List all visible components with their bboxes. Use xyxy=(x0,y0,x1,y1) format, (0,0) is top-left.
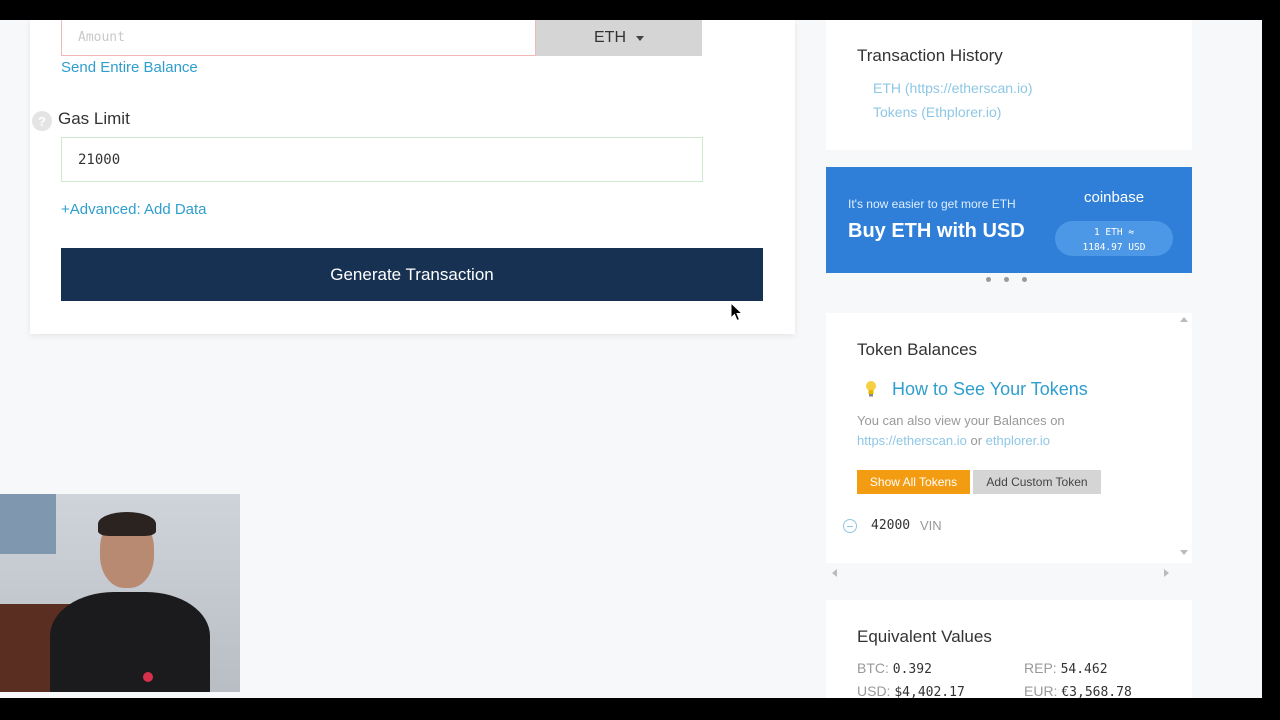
add-custom-token-button[interactable]: Add Custom Token xyxy=(973,470,1101,494)
eth-rate-line2: 1184.97 USD xyxy=(1082,242,1146,253)
also-view-text: You can also view your Balances on https… xyxy=(857,411,1065,451)
coinbase-logo: coinbase xyxy=(1084,189,1145,206)
equiv-rep: REP: 54.462 xyxy=(1024,660,1108,677)
webcam-background-poster xyxy=(0,494,56,554)
equiv-usd-value: $4,402.17 xyxy=(894,685,965,698)
carousel-dot[interactable] xyxy=(1022,277,1027,282)
currency-label: ETH xyxy=(594,29,626,46)
webcam-presenter-hair xyxy=(98,512,156,536)
eth-rate-badge: 1 ETH ≈ 1184.97 USD xyxy=(1055,221,1173,256)
amount-placeholder: Amount xyxy=(78,30,125,45)
scroll-right-arrow-icon[interactable] xyxy=(1164,569,1169,577)
equiv-btc: BTC: 0.392 xyxy=(857,660,932,677)
send-form-card: Amount ETH Send Entire Balance ? Gas Lim… xyxy=(30,20,795,334)
equiv-eur-label: EUR: xyxy=(1024,683,1058,698)
help-icon[interactable]: ? xyxy=(32,111,52,131)
gas-limit-value: 21000 xyxy=(78,151,121,168)
shirt-logo-icon xyxy=(143,672,153,682)
amount-input[interactable]: Amount xyxy=(61,20,536,56)
token-balances-card: Token Balances How to See Your Tokens Yo… xyxy=(826,313,1192,563)
scroll-left-arrow-icon[interactable] xyxy=(832,569,837,577)
remove-token-icon[interactable] xyxy=(843,519,857,533)
scroll-up-arrow-icon[interactable] xyxy=(1180,317,1188,322)
horizontal-scrollbar[interactable] xyxy=(826,566,1176,580)
equiv-btc-label: BTC: xyxy=(857,660,889,676)
carousel-dot[interactable] xyxy=(1004,277,1009,282)
lightbulb-icon xyxy=(866,381,876,397)
coinbase-banner[interactable]: It's now easier to get more ETH Buy ETH … xyxy=(826,167,1192,273)
generate-transaction-button[interactable]: Generate Transaction xyxy=(61,248,763,301)
advanced-add-data-link[interactable]: +Advanced: Add Data xyxy=(61,201,207,218)
amount-row: Amount ETH xyxy=(61,20,702,56)
mouse-cursor-icon xyxy=(730,302,744,322)
carousel-dots xyxy=(986,277,1027,282)
also-view-sentence: You can also view your Balances on xyxy=(857,413,1065,428)
equiv-usd: USD: $4,402.17 xyxy=(857,683,965,698)
equiv-eur: EUR: €3,568.78 xyxy=(1024,683,1132,698)
equiv-rep-value: 54.462 xyxy=(1060,662,1108,677)
history-link-ethplorer[interactable]: Tokens (Ethplorer.io) xyxy=(873,104,1001,120)
caret-down-icon xyxy=(636,35,644,41)
equiv-usd-label: USD: xyxy=(857,683,891,698)
transaction-history-title: Transaction History xyxy=(857,46,1003,65)
equiv-btc-value: 0.392 xyxy=(892,662,932,677)
banner-headline: Buy ETH with USD xyxy=(848,220,1025,242)
currency-dropdown[interactable]: ETH xyxy=(536,20,702,56)
equivalent-values-card: Equivalent Values BTC: 0.392 REP: 54.462… xyxy=(826,600,1192,698)
eth-rate-line1: 1 ETH ≈ xyxy=(1093,227,1135,238)
or-text: or xyxy=(970,433,983,448)
gas-limit-input[interactable]: 21000 xyxy=(61,137,703,182)
equiv-eur-value: €3,568.78 xyxy=(1061,685,1132,698)
webcam-overlay xyxy=(0,494,240,692)
gas-limit-label: Gas Limit xyxy=(58,109,130,128)
token-amount: 42000 xyxy=(871,518,911,533)
token-symbol: VIN xyxy=(920,518,942,533)
ethplorer-link[interactable]: ethplorer.io xyxy=(986,433,1050,448)
etherscan-link[interactable]: https://etherscan.io xyxy=(857,433,967,448)
show-all-tokens-button[interactable]: Show All Tokens xyxy=(857,470,970,494)
transaction-history-card: Transaction History ETH (https://ethersc… xyxy=(826,20,1192,150)
history-link-etherscan[interactable]: ETH (https://etherscan.io) xyxy=(873,80,1033,96)
also-view-links: https://etherscan.io or ethplorer.io xyxy=(857,431,1065,451)
equiv-rep-label: REP: xyxy=(1024,660,1057,676)
send-entire-balance-link[interactable]: Send Entire Balance xyxy=(61,59,198,76)
scroll-down-arrow-icon[interactable] xyxy=(1180,550,1188,555)
how-to-see-tokens-link[interactable]: How to See Your Tokens xyxy=(892,379,1088,400)
webcam-presenter-body xyxy=(50,592,210,692)
equivalent-values-title: Equivalent Values xyxy=(857,627,992,646)
token-balances-title: Token Balances xyxy=(857,340,978,359)
banner-tagline: It's now easier to get more ETH xyxy=(848,197,1016,211)
carousel-dot[interactable] xyxy=(986,277,991,282)
